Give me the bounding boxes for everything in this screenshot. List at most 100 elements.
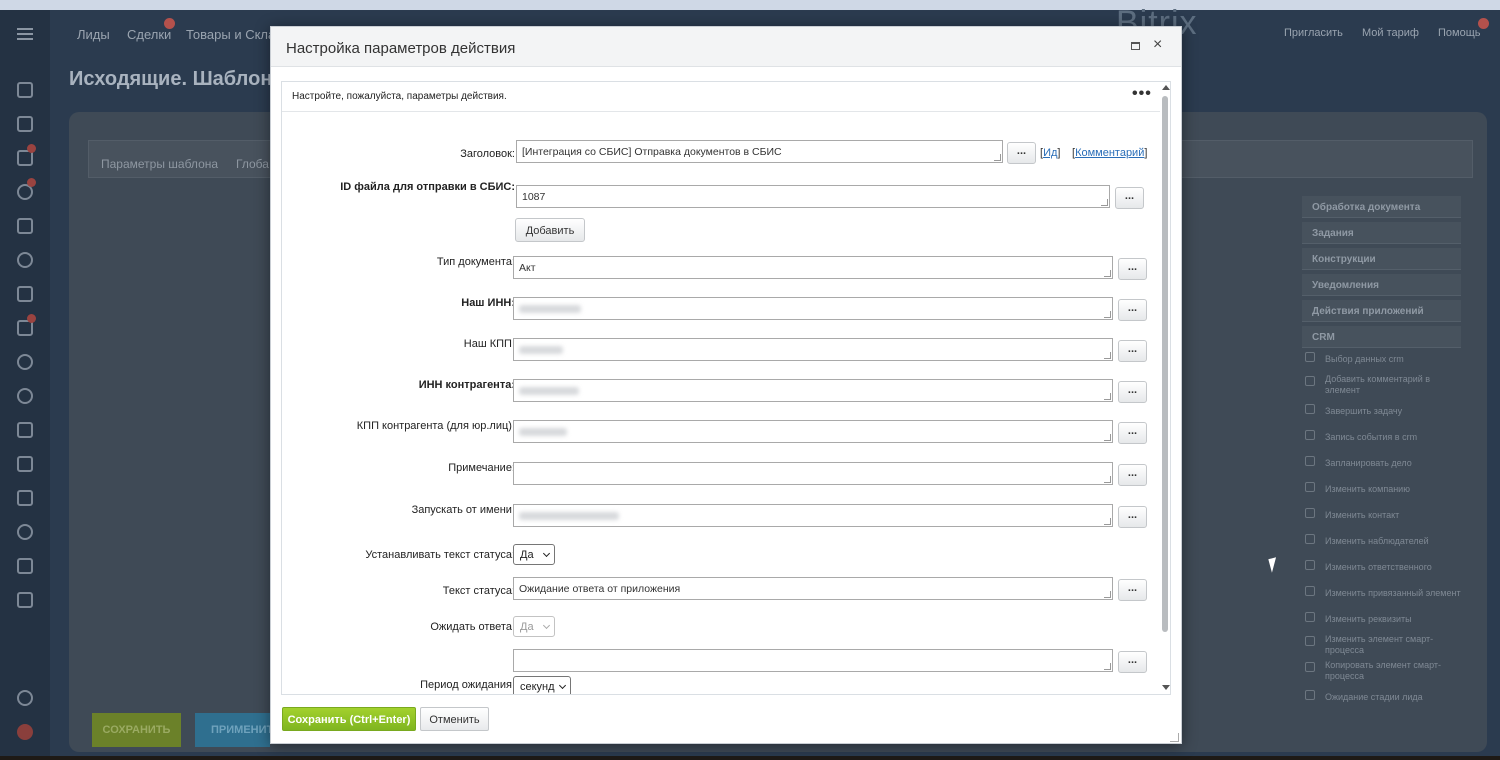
cancel-button[interactable]: Отменить — [420, 707, 489, 731]
dialog-scrollbar[interactable] — [1160, 82, 1170, 694]
chat-icon[interactable] — [17, 116, 33, 132]
id-icon[interactable] — [17, 354, 33, 370]
period-select[interactable]: секунд — [513, 676, 571, 694]
activity-icon — [1305, 352, 1315, 362]
activity-item[interactable]: Запись события в crm — [1325, 432, 1463, 443]
title-insert-button[interactable]: ... — [1007, 142, 1036, 164]
docs-icon[interactable] — [17, 422, 33, 438]
wait-select[interactable]: Да — [513, 616, 555, 637]
contractor-kpp-insert-button[interactable]: ... — [1118, 422, 1147, 444]
contractor-kpp-input[interactable] — [513, 420, 1113, 443]
dialog-hint: Настройте, пожалуйста, параметры действи… — [282, 82, 1160, 112]
set-status-select[interactable]: Да — [513, 544, 555, 565]
activity-icon — [1305, 430, 1315, 440]
activity-item[interactable]: Ожидание стадии лида — [1325, 692, 1463, 703]
activity-item[interactable]: Добавить комментарий в элемент — [1325, 374, 1463, 396]
redacted-value — [519, 428, 567, 436]
add-file-button[interactable]: Добавить — [515, 218, 585, 242]
settings-icon[interactable] — [17, 690, 33, 706]
group-tasks[interactable]: Задания — [1302, 222, 1461, 244]
contractor-kpp-label: КПП контрагента (для юр.лиц): — [356, 420, 515, 432]
activity-item[interactable]: Изменить привязанный элемент — [1325, 588, 1463, 599]
contractor-inn-input[interactable] — [513, 379, 1113, 402]
save-button[interactable]: Сохранить (Ctrl+Enter) — [282, 707, 416, 731]
activity-icon — [1305, 586, 1315, 596]
file-id-label: ID файла для отправки в СБИС: — [340, 181, 515, 193]
home-icon[interactable] — [17, 82, 33, 98]
activity-item[interactable]: Изменить ответственного — [1325, 562, 1463, 573]
help-link[interactable]: Помощь — [1438, 27, 1481, 39]
calendar-icon[interactable] — [17, 456, 33, 472]
wait-condition-input[interactable] — [513, 649, 1113, 672]
activity-item[interactable]: Изменить наблюдателей — [1325, 536, 1463, 547]
status-text-insert-button[interactable]: ... — [1118, 579, 1147, 601]
title-input[interactable]: [Интеграция со СБИС] Отправка документов… — [516, 140, 1003, 163]
file-id-insert-button[interactable]: ... — [1115, 187, 1144, 209]
run-as-input[interactable] — [513, 504, 1113, 527]
scroll-thumb[interactable] — [1162, 96, 1168, 632]
activity-icon — [1305, 456, 1315, 466]
invite-link[interactable]: Пригласить — [1284, 27, 1343, 39]
close-icon[interactable]: × — [1153, 37, 1162, 53]
notifications-icon[interactable] — [17, 724, 33, 740]
our-kpp-input[interactable] — [513, 338, 1113, 361]
wait-condition-insert-button[interactable]: ... — [1118, 651, 1147, 673]
our-inn-input[interactable] — [513, 297, 1113, 320]
activity-item[interactable]: Запланировать дело — [1325, 458, 1463, 469]
note-input[interactable] — [513, 462, 1113, 485]
drive-icon[interactable] — [17, 558, 33, 574]
group-notifications[interactable]: Уведомления — [1302, 274, 1461, 296]
group-app-actions[interactable]: Действия приложений — [1302, 300, 1461, 322]
bg-apply-button[interactable]: ПРИМЕНИТ — [195, 713, 273, 747]
tariff-link[interactable]: Мой тариф — [1362, 27, 1419, 39]
activity-icon — [1305, 482, 1315, 492]
file-id-input[interactable]: 1087 — [516, 185, 1110, 208]
note-insert-button[interactable]: ... — [1118, 464, 1147, 486]
activity-icon — [1305, 560, 1315, 570]
our-kpp-label: Наш КПП: — [463, 338, 515, 350]
group-document-processing[interactable]: Обработка документа — [1302, 196, 1461, 218]
doc-type-input[interactable]: Акт — [513, 256, 1113, 279]
activity-item[interactable]: Изменить реквизиты — [1325, 614, 1463, 625]
nav-goods[interactable]: Товары и Скла — [186, 27, 275, 42]
nav-deals[interactable]: Сделки — [127, 27, 171, 42]
dialog-title: Настройка параметров действия — [286, 40, 516, 57]
tab-global[interactable]: Глоба — [236, 157, 269, 171]
bg-save-button[interactable]: СОХРАНИТЬ — [92, 713, 181, 747]
nav-leads[interactable]: Лиды — [77, 27, 110, 42]
file-icon[interactable] — [17, 490, 33, 506]
resize-grip-icon[interactable] — [1170, 733, 1179, 742]
cart-icon[interactable] — [17, 286, 33, 302]
automation-icon[interactable] — [17, 524, 33, 540]
id-link[interactable]: Ид — [1043, 147, 1057, 159]
tab-template-params[interactable]: Параметры шаблона — [101, 157, 218, 171]
our-inn-label: Наш ИНН: — [461, 297, 515, 309]
id-link-close: ] — [1057, 147, 1061, 159]
activity-item[interactable]: Завершить задачу — [1325, 406, 1463, 417]
comment-link[interactable]: Комментарий — [1075, 147, 1144, 159]
mail-icon[interactable] — [17, 592, 33, 608]
target-icon[interactable] — [17, 252, 33, 268]
run-as-insert-button[interactable]: ... — [1118, 506, 1147, 528]
maximize-icon[interactable] — [1131, 42, 1140, 50]
activity-item[interactable]: Изменить элемент смарт-процесса — [1325, 634, 1463, 656]
sync-icon[interactable] — [17, 388, 33, 404]
store-icon[interactable] — [17, 218, 33, 234]
our-kpp-insert-button[interactable]: ... — [1118, 340, 1147, 362]
menu-icon[interactable] — [17, 28, 33, 40]
contractor-inn-insert-button[interactable]: ... — [1118, 381, 1147, 403]
status-text-label: Текст статуса: — [442, 585, 515, 597]
activity-item[interactable]: Изменить контакт — [1325, 510, 1463, 521]
feed-badge — [27, 144, 36, 153]
activity-item[interactable]: Выбор данных crm — [1325, 354, 1463, 365]
doc-type-insert-button[interactable]: ... — [1118, 258, 1147, 280]
activity-item[interactable]: Копировать элемент смарт-процесса — [1325, 660, 1463, 682]
group-constructions[interactable]: Конструкции — [1302, 248, 1461, 270]
group-crm[interactable]: CRM — [1302, 326, 1461, 348]
our-inn-insert-button[interactable]: ... — [1118, 299, 1147, 321]
status-text-input[interactable]: Ожидание ответа от приложения — [513, 577, 1113, 600]
scroll-down-icon[interactable] — [1162, 685, 1170, 690]
scroll-up-icon[interactable] — [1162, 85, 1170, 90]
more-options-icon[interactable]: ••• — [1132, 85, 1152, 103]
activity-item[interactable]: Изменить компанию — [1325, 484, 1463, 495]
